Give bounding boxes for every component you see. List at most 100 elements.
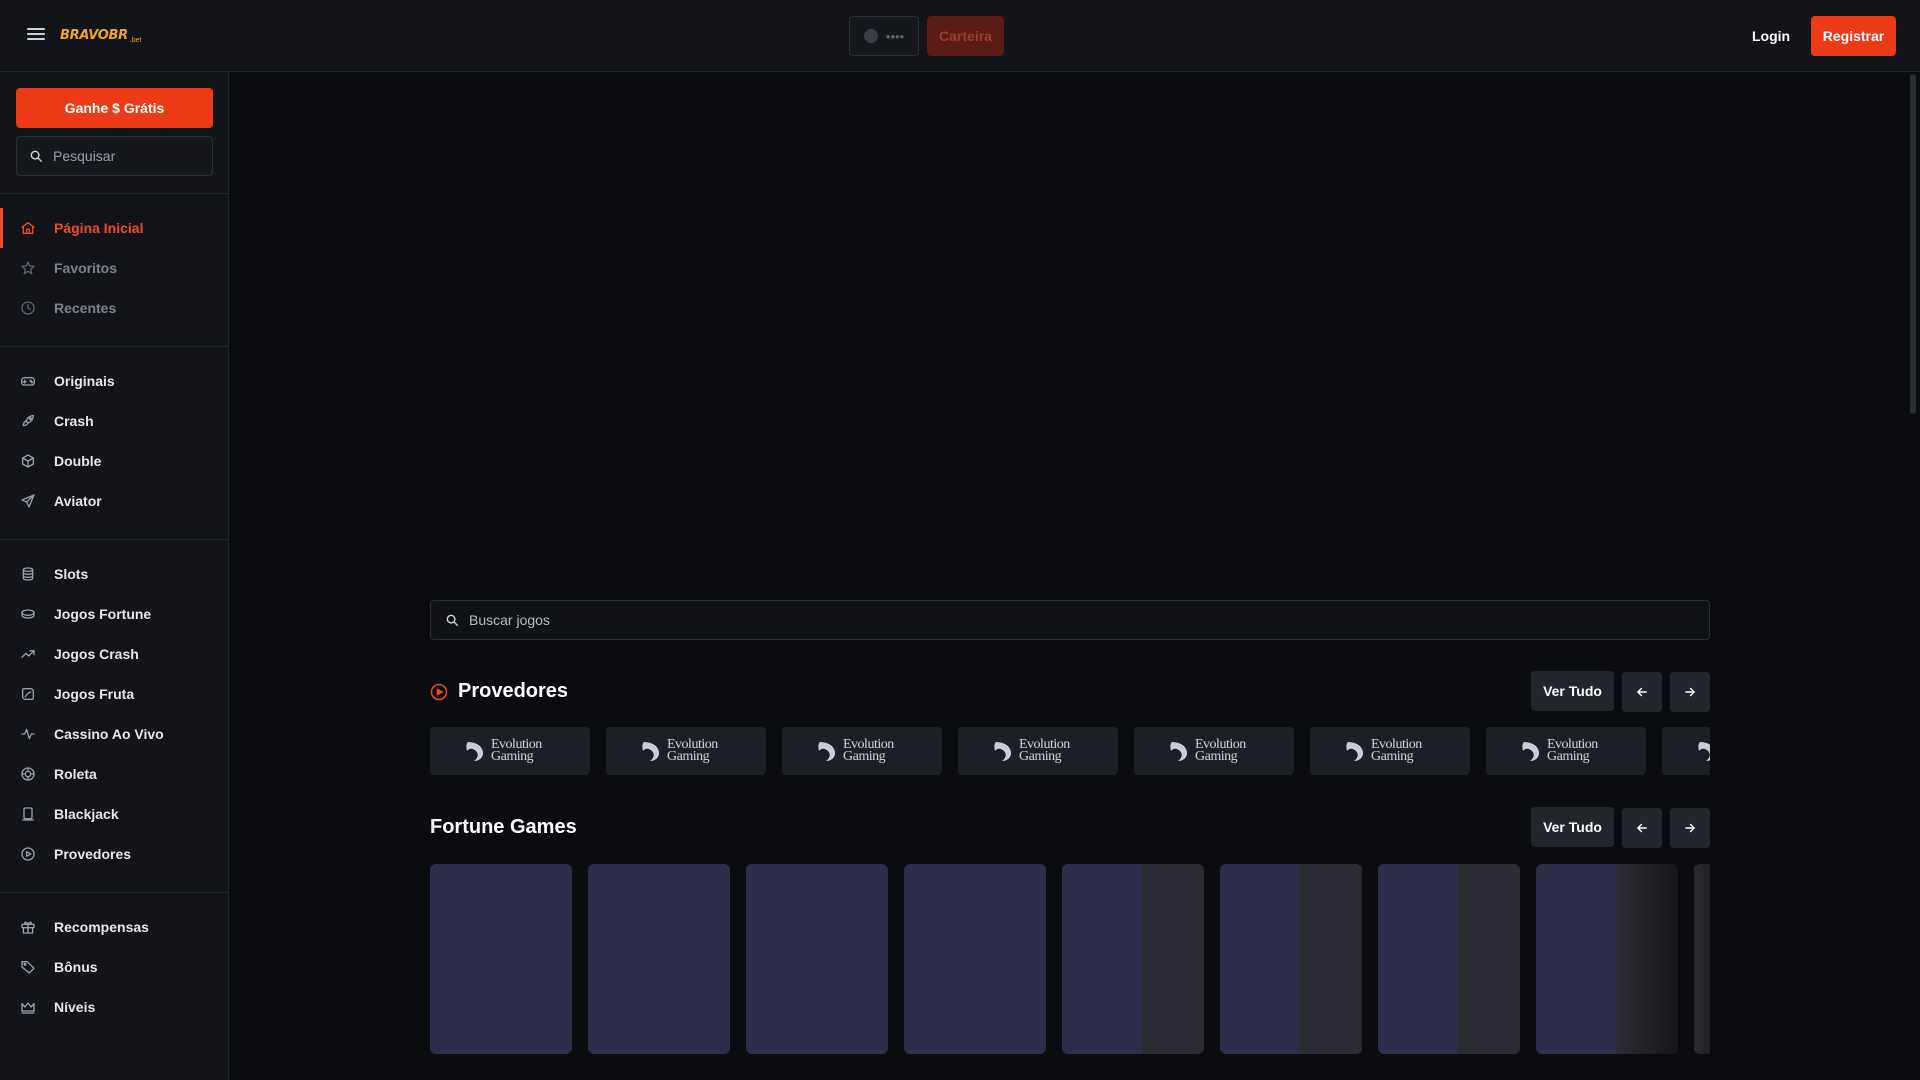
game-card[interactable] [1536, 864, 1678, 1054]
sidebar-item-label: Cassino Ao Vivo [54, 726, 164, 742]
game-card[interactable] [1378, 864, 1520, 1054]
providers-next-button[interactable] [1670, 672, 1710, 712]
sidebar-item[interactable]: Slots [0, 554, 229, 594]
providers-carousel: Evolution Gaming Evolution Gaming Evolutio… [430, 727, 1710, 775]
provider-card[interactable]: Evolution Gaming [606, 727, 766, 775]
star-icon [20, 260, 36, 276]
login-button[interactable]: Login [1740, 16, 1802, 56]
sidebar-item-label: Níveis [54, 999, 96, 1015]
sidebar-item[interactable]: Jogos Crash [0, 634, 229, 674]
site-logo[interactable]: BRAVOBR .bet [60, 21, 142, 49]
game-search-input[interactable]: Buscar jogos [430, 600, 1710, 640]
sidebar-item-label: Jogos Fruta [54, 686, 135, 702]
tag-icon [20, 959, 36, 975]
sidebar-divider [0, 346, 229, 347]
providers-prev-button[interactable] [1622, 672, 1662, 712]
free-money-button[interactable]: Ganhe $ Grátis [16, 88, 213, 128]
register-button[interactable]: Registrar [1811, 16, 1896, 56]
game-search-placeholder: Buscar jogos [469, 612, 550, 628]
provider-name: Evolution Gaming [491, 737, 542, 764]
provider-card[interactable]: Evolution Gaming [1486, 727, 1646, 775]
sidebar-item[interactable]: Página Inicial [0, 208, 229, 248]
rocket-icon [20, 413, 36, 429]
provider-card[interactable]: Evolution Gaming [430, 727, 590, 775]
provider-card[interactable]: Evolution Gaming [1662, 727, 1710, 775]
sidebar-item-label: Bônus [54, 959, 98, 975]
evolution-logo-icon [1170, 742, 1187, 761]
providers-view-all-button[interactable]: Ver Tudo [1531, 671, 1614, 711]
sidebar-divider [0, 539, 229, 540]
provider-card[interactable]: Evolution Gaming [958, 727, 1118, 775]
sidebar-item-label: Jogos Crash [54, 646, 139, 662]
sidebar-item-label: Originais [54, 373, 115, 389]
game-card[interactable] [1062, 864, 1204, 1054]
sidebar-item[interactable]: Cassino Ao Vivo [0, 714, 229, 754]
sidebar-item[interactable]: Jogos Fruta [0, 674, 229, 714]
providers-section-title: Provedores [430, 680, 568, 703]
evolution-logo-icon [818, 742, 835, 761]
sidebar-item[interactable]: Blackjack [0, 794, 229, 834]
play-circle-icon [20, 846, 36, 862]
evolution-logo-icon [1522, 742, 1539, 761]
game-card[interactable] [430, 864, 572, 1054]
wallet-button[interactable]: Carteira [927, 16, 1004, 56]
provider-name: Evolution Gaming [1195, 737, 1246, 764]
sidebar-item-label: Aviator [54, 493, 102, 509]
provider-card[interactable]: Evolution Gaming [1134, 727, 1294, 775]
fruit-icon [20, 686, 36, 702]
pulse-icon [20, 726, 36, 742]
page-scrollbar[interactable] [1910, 74, 1916, 414]
providers-title: Provedores [458, 680, 569, 702]
sidebar-item[interactable]: Originais [0, 361, 229, 401]
sidebar-item[interactable]: Favoritos [0, 248, 229, 288]
sidebar-item[interactable]: Recompensas [0, 907, 229, 947]
sidebar-item[interactable]: Double [0, 441, 229, 481]
evolution-logo-icon [1698, 742, 1710, 761]
provider-name: Evolution Gaming [1371, 737, 1422, 764]
game-card[interactable] [1220, 864, 1362, 1054]
cube-icon [20, 453, 36, 469]
game-card[interactable] [588, 864, 730, 1054]
fortune-next-button[interactable] [1670, 808, 1710, 848]
sidebar-item-label: Recompensas [54, 919, 149, 935]
provider-card[interactable]: Evolution Gaming [782, 727, 942, 775]
arrow-right-icon [1685, 687, 1695, 697]
provider-card[interactable]: Evolution Gaming [1310, 727, 1470, 775]
gamepad-icon [20, 373, 36, 389]
sidebar-item[interactable]: Crash [0, 401, 229, 441]
sidebar-search-placeholder: Pesquisar [53, 148, 116, 164]
gift-icon [20, 919, 36, 935]
fortune-view-all-button[interactable]: Ver Tudo [1531, 807, 1614, 847]
search-icon [29, 149, 43, 163]
fortune-title: Fortune Games [430, 816, 577, 838]
arrow-left-icon [1637, 823, 1647, 833]
cards-icon [20, 806, 36, 822]
menu-icon[interactable] [24, 22, 48, 46]
search-icon [445, 613, 459, 627]
balance-button[interactable]: •••• [849, 16, 919, 56]
sidebar-item[interactable]: Provedores [0, 834, 229, 874]
game-card[interactable] [746, 864, 888, 1054]
fortune-games-carousel [430, 864, 1710, 1054]
fortune-prev-button[interactable] [1622, 808, 1662, 848]
top-header: BRAVOBR .bet •••• Carteira Login Registr… [0, 0, 1920, 72]
game-card[interactable] [1694, 864, 1710, 1054]
coin-icon [863, 29, 878, 43]
fortune-section-title: Fortune Games [430, 816, 577, 839]
sidebar-item-label: Double [54, 453, 102, 469]
sidebar-item[interactable]: Roleta [0, 754, 229, 794]
sidebar-item[interactable]: Jogos Fortune [0, 594, 229, 634]
sidebar-item[interactable]: Recentes [0, 288, 229, 328]
provider-name: Evolution Gaming [1547, 737, 1598, 764]
sidebar-item[interactable]: Aviator [0, 481, 229, 521]
clock-icon [20, 300, 36, 316]
sidebar-search-input[interactable]: Pesquisar [16, 136, 213, 176]
logo-text: BRAVOBR [60, 27, 128, 43]
sidebar-item-label: Crash [54, 413, 94, 429]
sidebar-item-label: Favoritos [54, 260, 118, 276]
sidebar-item[interactable]: Bônus [0, 947, 229, 987]
sidebar-item[interactable]: Níveis [0, 987, 229, 1027]
arrow-right-icon [1685, 823, 1695, 833]
evolution-logo-icon [466, 742, 483, 761]
game-card[interactable] [904, 864, 1046, 1054]
